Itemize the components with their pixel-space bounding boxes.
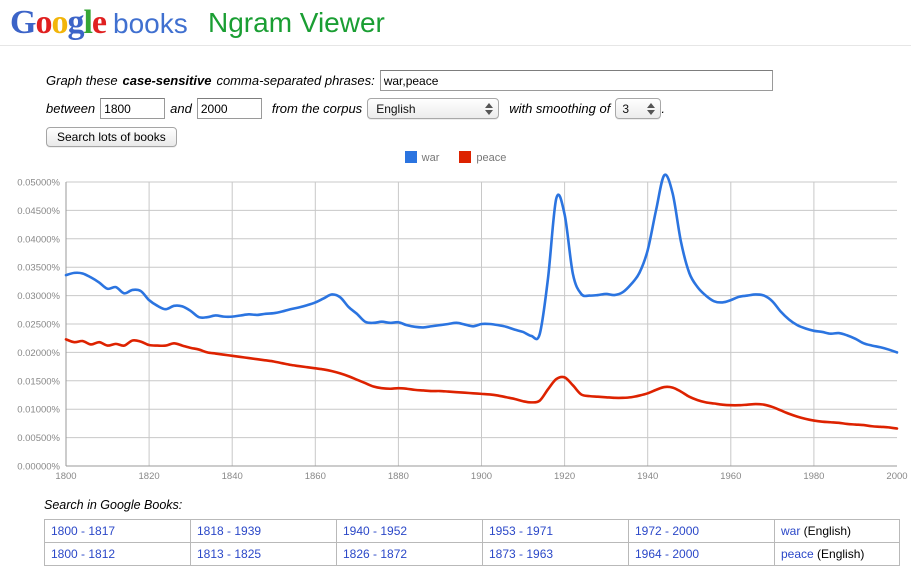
year-range-link[interactable]: 1813 - 1825 [197, 547, 261, 561]
y-axis-tick-label: 0.02000% [17, 348, 60, 359]
y-axis-tick-label: 0.00000% [17, 462, 60, 473]
x-axis-tick-label: 1900 [471, 471, 492, 482]
year-range-link[interactable]: 1873 - 1963 [489, 547, 553, 561]
table-row: 1800 - 1812 1813 - 1825 1826 - 1872 1873 - … [44, 542, 900, 566]
year-range-cell: 1800 - 1817 [44, 519, 191, 543]
logo-letter: g [67, 4, 84, 41]
year-range-cell: 1873 - 1963 [482, 542, 629, 566]
and-label: and [170, 101, 192, 116]
legend-label: peace [476, 152, 507, 164]
between-label: between [46, 101, 96, 116]
year-range-cell: 1940 - 1952 [336, 519, 483, 543]
logo-books-word: books [113, 8, 188, 39]
term-cell: war (English) [774, 519, 900, 543]
year-range-link[interactable]: 1800 - 1817 [51, 524, 115, 538]
search-in-books-section: Search in Google Books: 1800 - 1817 1818 … [44, 498, 900, 566]
x-axis-tick-label: 1880 [388, 471, 409, 482]
search-in-books-label: Search in Google Books: [44, 498, 183, 512]
phrases-input[interactable] [379, 70, 773, 91]
y-axis-tick-label: 0.05000% [17, 178, 60, 189]
start-year-input[interactable] [100, 98, 166, 119]
year-range-link[interactable]: 1953 - 1971 [489, 524, 553, 538]
year-range-table: 1800 - 1817 1818 - 1939 1940 - 1952 1953 - … [44, 519, 900, 566]
smoothing-select[interactable]: 3 [615, 98, 662, 119]
stepper-arrows-icon [647, 102, 656, 116]
legend-label: war [421, 152, 440, 164]
logo-letter: o [35, 4, 52, 41]
x-axis-tick-label: 1940 [637, 471, 658, 482]
logo-letters: Google [10, 4, 107, 41]
end-year-input[interactable] [196, 98, 262, 119]
x-axis-tick-label: 1860 [305, 471, 326, 482]
year-range-cell: 1826 - 1872 [336, 542, 483, 566]
table-row: 1800 - 1817 1818 - 1939 1940 - 1952 1953 - … [44, 519, 900, 543]
logo-letter: o [51, 4, 68, 41]
y-axis-tick-label: 0.03000% [17, 291, 60, 302]
page-title: Ngram Viewer [208, 7, 385, 38]
query-form: Graph these case-sensitive comma-separat… [46, 68, 866, 152]
legend-swatch-icon [404, 151, 417, 163]
term-cell: peace (English) [774, 542, 900, 566]
page-header: Google books Ngram Viewer [0, 0, 911, 46]
x-axis-tick-label: 1820 [139, 471, 160, 482]
year-range-link[interactable]: 1940 - 1952 [343, 524, 407, 538]
year-range-cell: 1972 - 2000 [628, 519, 775, 543]
term-link[interactable]: war [781, 524, 800, 538]
period-label: . [661, 101, 665, 116]
year-range-link[interactable]: 1818 - 1939 [197, 524, 261, 538]
y-axis-tick-label: 0.04500% [17, 206, 60, 217]
smoothing-select-value: 3 [622, 101, 630, 116]
x-axis-tick-label: 1800 [55, 471, 76, 482]
search-button[interactable]: Search lots of books [46, 126, 177, 147]
corpus-label: from the corpus [271, 101, 363, 116]
corpus-select[interactable]: English [367, 98, 500, 119]
year-range-cell: 1964 - 2000 [628, 542, 775, 566]
year-range-cell: 1818 - 1939 [190, 519, 337, 543]
logo-letter: l [83, 4, 93, 41]
x-axis-tick-label: 2000 [886, 471, 907, 482]
corpus-select-value: English [376, 101, 416, 116]
legend-item-peace[interactable]: peace [459, 151, 506, 164]
year-range-link[interactable]: 1826 - 1872 [343, 547, 407, 561]
chart-legend: war peace [0, 151, 911, 164]
y-axis-tick-label: 0.02500% [17, 320, 60, 331]
logo-letter: e [91, 4, 107, 41]
ngram-chart: 0.00000% 0.00500% 0.01000% 0.01500% 0.02000%… [0, 168, 911, 483]
term-link[interactable]: peace [781, 547, 814, 561]
term-language-label: (English) [800, 524, 852, 538]
y-axis-tick-label: 0.04000% [17, 234, 60, 245]
chart-svg: 0.00000% 0.00500% 0.01000% 0.01500% 0.02000%… [17, 173, 908, 482]
year-range-link[interactable]: 1964 - 2000 [635, 547, 699, 561]
smoothing-label: with smoothing of [509, 101, 611, 116]
year-range-link[interactable]: 1800 - 1812 [51, 547, 115, 561]
graph-label-prefix: Graph these [46, 73, 118, 88]
x-axis-tick-label: 1840 [222, 471, 243, 482]
year-range-cell: 1800 - 1812 [44, 542, 191, 566]
x-axis-tick-label: 1960 [720, 471, 741, 482]
y-axis-tick-label: 0.01000% [17, 405, 60, 416]
google-books-logo: Google books [10, 4, 188, 43]
year-range-cell: 1953 - 1971 [482, 519, 629, 543]
case-sensitive-label: case-sensitive [122, 73, 212, 88]
header-divider [0, 45, 911, 46]
x-axis-tick-label: 1980 [803, 471, 824, 482]
graph-label-suffix: comma-separated phrases: [216, 73, 375, 88]
x-axis-tick-label: 1920 [554, 471, 575, 482]
y-axis-tick-label: 0.01500% [17, 376, 60, 387]
legend-item-war[interactable]: war [404, 151, 440, 164]
logo-letter: G [10, 4, 36, 41]
phrases-row: Graph these case-sensitive comma-separat… [46, 68, 866, 93]
year-range-link[interactable]: 1972 - 2000 [635, 524, 699, 538]
term-language-label: (English) [813, 547, 865, 561]
legend-swatch-icon [459, 151, 472, 163]
y-axis-tick-label: 0.03500% [17, 263, 60, 274]
options-row: between and from the corpus English with… [46, 96, 866, 121]
y-axis-tick-label: 0.00500% [17, 433, 60, 444]
year-range-cell: 1813 - 1825 [190, 542, 337, 566]
submit-row: Search lots of books [46, 124, 866, 149]
stepper-arrows-icon [485, 102, 494, 116]
